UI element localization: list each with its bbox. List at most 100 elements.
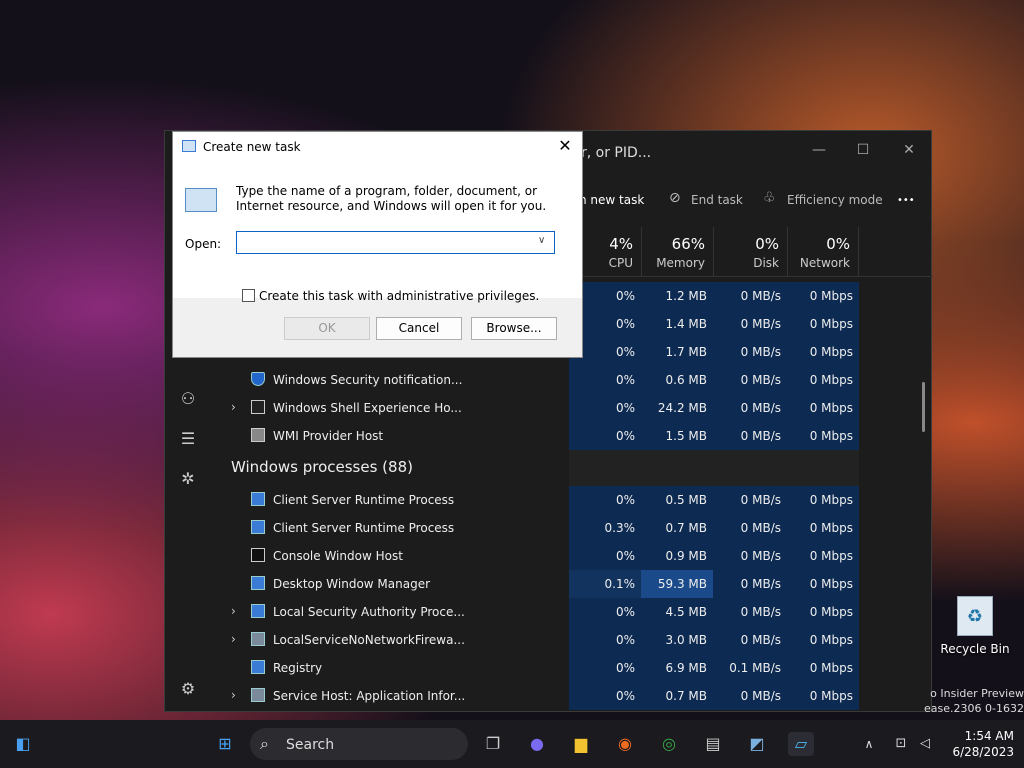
column-header-memory[interactable]: 66% Memory (641, 227, 713, 277)
admin-privileges-label[interactable]: Create this task with administrative pri… (259, 289, 539, 303)
browse-button[interactable]: Browse... (471, 317, 557, 340)
gear-service-icon (251, 632, 265, 646)
dialog-body: Type the name of a program, folder, docu… (173, 162, 582, 303)
ok-button[interactable]: OK (284, 317, 370, 340)
chrome-icon[interactable]: ◎ (656, 732, 682, 756)
leaf-icon: ♧ (763, 190, 776, 206)
window-icon (251, 400, 265, 414)
table-row[interactable]: › Local Security Authority Proce... 0% 4… (213, 598, 933, 626)
task-view-icon[interactable]: ❐ (480, 732, 506, 756)
memory-cell: 0.5 MB (641, 486, 713, 514)
run-new-task-button[interactable]: n new task (579, 193, 644, 207)
widgets-icon[interactable]: ◧ (10, 732, 36, 756)
efficiency-mode-button[interactable]: Efficiency mode (787, 193, 883, 207)
cpu-percent: 4% (609, 235, 633, 253)
memory-cell: 6.9 MB (641, 654, 713, 682)
cpu-cell: 0% (569, 654, 641, 682)
cpu-cell: 0% (569, 682, 641, 710)
chevron-right-icon[interactable]: › (231, 632, 236, 646)
services-icon[interactable]: ✲ (177, 469, 199, 491)
chevron-right-icon[interactable]: › (231, 400, 236, 414)
network-cell: 0 Mbps (787, 486, 859, 514)
scrollbar-thumb[interactable] (922, 382, 925, 432)
firefox-icon[interactable]: ◉ (612, 732, 638, 756)
memory-percent: 66% (671, 235, 705, 253)
column-header-disk[interactable]: 0% Disk (713, 227, 787, 277)
table-row[interactable]: Desktop Window Manager 0.1% 59.3 MB 0 MB… (213, 570, 933, 598)
terminal-icon[interactable]: ▤ (700, 732, 726, 756)
disk-cell: 0 MB/s (713, 310, 787, 338)
open-label: Open: (185, 237, 222, 251)
wmi-icon (251, 428, 265, 442)
cpu-cell: 0% (569, 486, 641, 514)
group-bg (787, 450, 859, 486)
search-box-text[interactable]: r, or PID... (581, 145, 651, 161)
process-name: Client Server Runtime Process (273, 493, 455, 507)
disk-cell: 0.1 MB/s (713, 654, 787, 682)
cpu-cell: 0% (569, 598, 641, 626)
table-row[interactable]: Client Server Runtime Process 0.3% 0.7 M… (213, 514, 933, 542)
cancel-button[interactable]: Cancel (376, 317, 462, 340)
network-cell: 0 Mbps (787, 654, 859, 682)
run-taskbar-icon[interactable]: ▱ (788, 732, 814, 756)
table-row[interactable]: › Windows Shell Experience Ho... 0% 24.2… (213, 394, 933, 422)
chevron-up-icon[interactable]: ∧ (856, 732, 882, 756)
disk-cell: 0 MB/s (713, 626, 787, 654)
group-header[interactable]: Windows processes (88) (213, 450, 933, 486)
details-icon[interactable]: ☰ (177, 429, 199, 451)
minimize-icon[interactable]: — (797, 137, 841, 163)
open-input[interactable] (236, 231, 555, 254)
recycle-bin-shortcut[interactable]: ♻ Recycle Bin (940, 596, 1010, 656)
group-bg (569, 450, 641, 486)
disk-cell: 0 MB/s (713, 282, 787, 310)
clock[interactable]: 1:54 AM 6/28/2023 (948, 728, 1014, 760)
cpu-cell: 0% (569, 626, 641, 654)
process-name: Windows Security notification... (273, 373, 463, 387)
taskbar-search[interactable]: ⌕ Search (250, 728, 468, 760)
table-row[interactable]: WMI Provider Host 0% 1.5 MB 0 MB/s 0 Mbp… (213, 422, 933, 450)
network-cell: 0 Mbps (787, 282, 859, 310)
table-row[interactable]: › Service Host: Application Infor... 0% … (213, 682, 933, 710)
cpu-cell: 0.1% (569, 570, 641, 598)
end-task-icon: ⊘ (669, 190, 681, 206)
gear-service-icon (251, 688, 265, 702)
disk-cell: 0 MB/s (713, 542, 787, 570)
maximize-icon[interactable]: ☐ (841, 137, 885, 163)
disk-cell: 0 MB/s (713, 598, 787, 626)
cpu-cell: 0% (569, 394, 641, 422)
table-row[interactable]: › LocalServiceNoNetworkFirewa... 0% 3.0 … (213, 626, 933, 654)
group-bg (713, 450, 787, 486)
column-header-network[interactable]: 0% Network (787, 227, 859, 277)
start-icon[interactable]: ⊞ (212, 732, 238, 756)
search-label: Search (286, 737, 335, 753)
network-icon[interactable]: ⊡ (888, 732, 914, 756)
run-dialog-icon (182, 140, 196, 152)
memory-cell: 0.7 MB (641, 682, 713, 710)
end-task-button[interactable]: End task (691, 193, 743, 207)
close-icon[interactable]: ✕ (887, 137, 931, 163)
table-row[interactable]: Console Window Host 0% 0.9 MB 0 MB/s 0 M… (213, 542, 933, 570)
file-explorer-icon[interactable]: ▆ (568, 732, 594, 756)
close-icon[interactable]: ✕ (554, 136, 576, 158)
chevron-right-icon[interactable]: › (231, 688, 236, 702)
chevron-right-icon[interactable]: › (231, 604, 236, 618)
process-name: WMI Provider Host (273, 429, 384, 443)
task-manager-taskbar-icon[interactable]: ◩ (744, 732, 770, 756)
settings-gear-icon[interactable]: ⚙ (177, 679, 199, 701)
process-name: Client Server Runtime Process (273, 521, 455, 535)
table-row[interactable]: Client Server Runtime Process 0% 0.5 MB … (213, 486, 933, 514)
table-row[interactable]: Windows Security notification... 0% 0.6 … (213, 366, 933, 394)
chevron-down-icon[interactable]: ∨ (538, 235, 545, 246)
dialog-title: Create new task (203, 140, 301, 154)
admin-privileges-checkbox[interactable] (242, 289, 255, 302)
process-name: Console Window Host (273, 549, 403, 563)
disk-cell: 0 MB/s (713, 570, 787, 598)
disk-cell: 0 MB/s (713, 394, 787, 422)
more-options-button[interactable]: ••• (897, 195, 915, 206)
memory-cell: 24.2 MB (641, 394, 713, 422)
table-row[interactable]: Registry 0% 6.9 MB 0.1 MB/s 0 Mbps (213, 654, 933, 682)
volume-icon[interactable]: ◁ (912, 732, 938, 756)
shield-icon (251, 372, 265, 386)
chat-icon[interactable]: ● (524, 732, 550, 756)
users-icon[interactable]: ⚇ (177, 389, 199, 411)
